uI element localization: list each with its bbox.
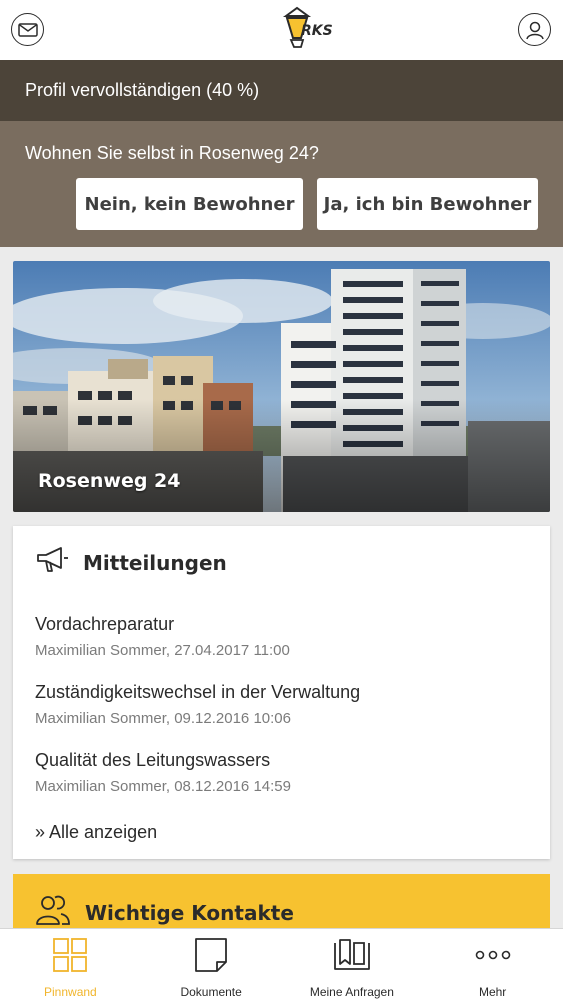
is-resident-button[interactable]: Ja, ich bin Bewohner [317,178,538,230]
grid-icon [50,935,90,975]
message-meta: Maximilian Sommer, 08.12.2016 14:59 [35,778,291,795]
nav-label: Pinnwand [44,985,97,999]
logo-text: RKS [301,23,333,39]
requests-icon [332,935,372,975]
message-title: Qualität des Leitungswassers [35,750,271,770]
contacts-header: Wichtige Kontakte [35,894,294,931]
message-item[interactable]: Vordachreparatur Maximilian Sommer, 27.0… [35,614,290,659]
nav-item-meine-anfragen[interactable]: Meine Anfragen [282,929,423,1000]
document-icon [191,935,231,975]
building-name: Rosenweg 24 [38,470,181,492]
profile-completion-label: Profil vervollständigen (40 %) [25,80,260,100]
messages-header: Mitteilungen [35,546,227,579]
resident-question-panel: Wohnen Sie selbst in Rosenweg 24? Nein, … [0,121,563,247]
more-icon [473,935,513,975]
nav-item-dokumente[interactable]: Dokumente [141,929,282,1000]
app-screen: RKS Profil vervollständigen (40 %) Wohne… [0,0,563,1000]
contacts-title: Wichtige Kontakte [85,900,294,925]
message-meta: Maximilian Sommer, 09.12.2016 10:06 [35,710,291,727]
message-title: Zuständigkeitswechsel in der Verwaltung [35,682,361,702]
contacts-icon [35,894,71,931]
show-all-messages-link[interactable]: » Alle anzeigen [35,822,157,843]
rks-logo: RKS [280,6,340,52]
message-item[interactable]: Zuständigkeitswechsel in der Verwaltung … [35,682,360,727]
messages-title: Mitteilungen [83,550,227,575]
nav-label: Dokumente [180,985,242,999]
megaphone-icon [35,546,69,579]
nav-item-mehr[interactable]: Mehr [422,929,563,1000]
message-meta: Maximilian Sommer, 27.04.2017 11:00 [35,642,290,659]
profile-completion-bar[interactable]: Profil vervollständigen (40 %) [0,60,563,121]
nav-label: Mehr [478,985,507,999]
nav-label: Meine Anfragen [309,985,394,999]
not-resident-button[interactable]: Nein, kein Bewohner [76,178,303,230]
message-item[interactable]: Qualität des Leitungswassers Maximilian … [35,750,291,795]
top-bar: RKS [0,0,563,60]
mail-icon[interactable] [11,13,44,46]
bottom-nav: Pinnwand Dokumente Meine Anfragen Mehr [0,928,563,1000]
nav-item-pinnwand[interactable]: Pinnwand [0,929,141,1000]
building-card[interactable]: Rosenweg 24 [13,261,550,512]
resident-question: Wohnen Sie selbst in Rosenweg 24? [25,143,319,163]
messages-card: Mitteilungen Vordachreparatur Maximilian… [13,526,550,859]
message-title: Vordachreparatur [35,614,175,634]
user-profile-icon[interactable] [518,13,551,46]
